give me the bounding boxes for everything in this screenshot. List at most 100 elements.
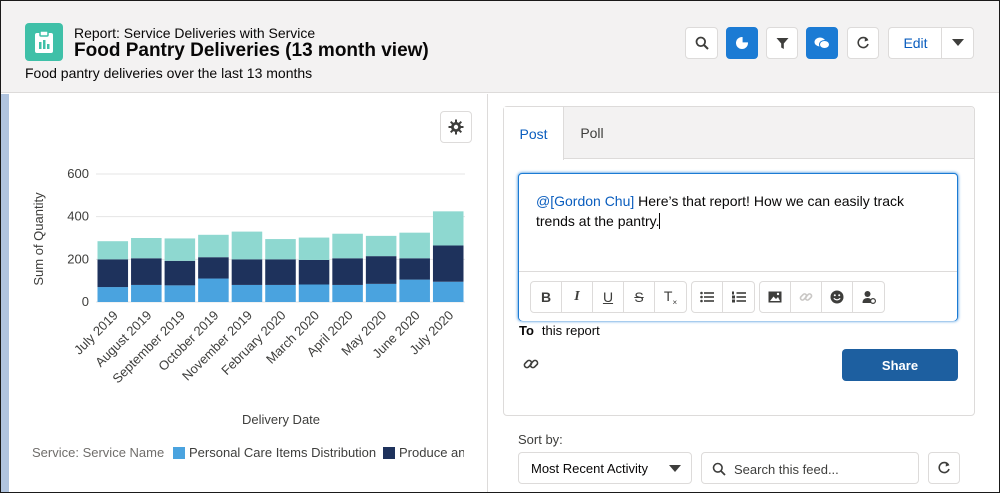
bar-segment	[432, 211, 464, 246]
link-icon	[799, 293, 813, 301]
bold-icon: B	[540, 289, 552, 305]
post-composer[interactable]: @[Gordon Chu] Here’s that report! How we…	[518, 173, 958, 321]
share-target: To this report	[519, 323, 600, 338]
bar-segment	[131, 238, 162, 259]
emoji-icon	[830, 290, 844, 304]
report-clipboard-icon	[25, 23, 63, 61]
clear-format-icon: T×	[663, 287, 678, 307]
bar-segment	[265, 259, 296, 285]
list-group	[691, 281, 755, 313]
bar-segment	[198, 278, 229, 302]
report-type-label: Report: Service Deliveries with Service	[74, 25, 316, 41]
bar-segment	[365, 235, 397, 257]
italic-button[interactable]: I	[562, 282, 593, 312]
bar-segment	[231, 231, 263, 260]
bar-segment	[265, 284, 296, 302]
publisher-tabs: Post Poll	[504, 107, 974, 160]
report-page: Report: Service Deliveries with Service …	[0, 0, 1000, 493]
insert-link-button[interactable]	[791, 282, 822, 312]
bar-segment	[399, 258, 430, 280]
italic-icon: I	[574, 289, 580, 304]
y-axis-title: Sum of Quantity	[31, 192, 46, 286]
insert-image-button[interactable]	[760, 282, 791, 312]
filter-icon	[776, 37, 788, 49]
bar-segment	[265, 239, 296, 260]
search-icon	[695, 36, 709, 50]
clear-format-button[interactable]: T×	[655, 282, 686, 312]
bold-button[interactable]: B	[531, 282, 562, 312]
legend-swatch	[383, 447, 395, 459]
bar-segment	[198, 234, 229, 258]
share-button[interactable]: Share	[842, 349, 958, 381]
mention-user-button[interactable]	[853, 282, 884, 312]
bar-segment	[432, 281, 464, 302]
chat-bubbles-icon	[814, 37, 830, 49]
bullet-list-button[interactable]	[692, 282, 723, 312]
legend-entry[interactable]: Produce and	[399, 445, 464, 460]
to-label: To	[519, 323, 534, 338]
emoji-button[interactable]	[822, 282, 853, 312]
text-caret	[659, 213, 661, 229]
tab-post[interactable]: Post	[504, 107, 564, 160]
chart-legend: Service: Service Name Personal Care Item…	[32, 445, 464, 465]
post-text[interactable]: @[Gordon Chu] Here’s that report! How we…	[536, 191, 946, 231]
page-header: Report: Service Deliveries with Service …	[1, 1, 999, 93]
bar-segment	[399, 279, 430, 302]
paperclip-icon[interactable]	[522, 355, 540, 373]
numbered-list-icon	[731, 291, 746, 303]
toggle-feed-button[interactable]	[806, 27, 838, 59]
y-tick-label: 0	[82, 294, 89, 309]
toggle-chart-button[interactable]	[726, 27, 758, 59]
filter-button[interactable]	[766, 27, 798, 59]
search-icon	[712, 462, 726, 476]
search-button[interactable]	[685, 27, 718, 59]
bar-segment	[332, 233, 363, 259]
bar-segment	[298, 259, 330, 285]
chevron-down-icon	[669, 465, 681, 472]
y-tick-label: 200	[67, 251, 89, 266]
refresh-button[interactable]	[847, 27, 879, 59]
legend-swatch	[173, 447, 185, 459]
insert-group	[759, 281, 885, 313]
user-mention[interactable]: @[Gordon Chu]	[536, 193, 634, 209]
sort-label: Sort by:	[518, 432, 563, 447]
bar-segment	[131, 258, 162, 285]
rich-text-toolbar: B I U S T×	[519, 271, 957, 321]
refresh-feed-button[interactable]	[928, 452, 960, 484]
bullet-list-icon	[700, 291, 714, 303]
refresh-icon	[938, 461, 950, 474]
chart-settings-button[interactable]	[440, 111, 472, 143]
bar-segment	[365, 283, 397, 302]
bar-segment	[231, 284, 263, 302]
to-value: this report	[541, 323, 600, 338]
tab-poll[interactable]: Poll	[564, 107, 620, 159]
underline-icon: U	[602, 289, 614, 305]
bar-segment	[164, 238, 196, 261]
bar-segment	[97, 241, 129, 260]
bar-segment	[298, 284, 330, 302]
bar-segment	[231, 259, 263, 285]
sort-select[interactable]: Most Recent Activity	[518, 452, 692, 484]
x-axis-title: Delivery Date	[242, 412, 320, 427]
bar-segment	[164, 260, 196, 286]
page-title: Food Pantry Deliveries (13 month view)	[74, 40, 429, 61]
bar-chart: 0200400600July 2019August 2019September …	[31, 166, 465, 427]
bar-segment	[198, 257, 229, 279]
panel-gutter	[1, 94, 9, 492]
feed-search-input[interactable]	[734, 459, 914, 479]
legend-entry[interactable]: Personal Care Items Distribution	[189, 445, 376, 460]
bar-segment	[131, 284, 162, 302]
strikethrough-icon: S	[634, 289, 644, 305]
legend-title: Service: Service Name	[32, 445, 165, 460]
edit-button[interactable]: Edit	[888, 27, 942, 59]
bar-segment	[97, 259, 129, 288]
bar-segment	[97, 287, 129, 302]
pie-chart-icon	[736, 36, 749, 49]
bar-segment	[399, 232, 430, 259]
bar-segment	[332, 284, 363, 302]
strikethrough-button[interactable]: S	[624, 282, 655, 312]
numbered-list-button[interactable]	[723, 282, 754, 312]
underline-button[interactable]: U	[593, 282, 624, 312]
mention-user-icon	[862, 291, 876, 304]
more-actions-button[interactable]	[941, 27, 974, 59]
